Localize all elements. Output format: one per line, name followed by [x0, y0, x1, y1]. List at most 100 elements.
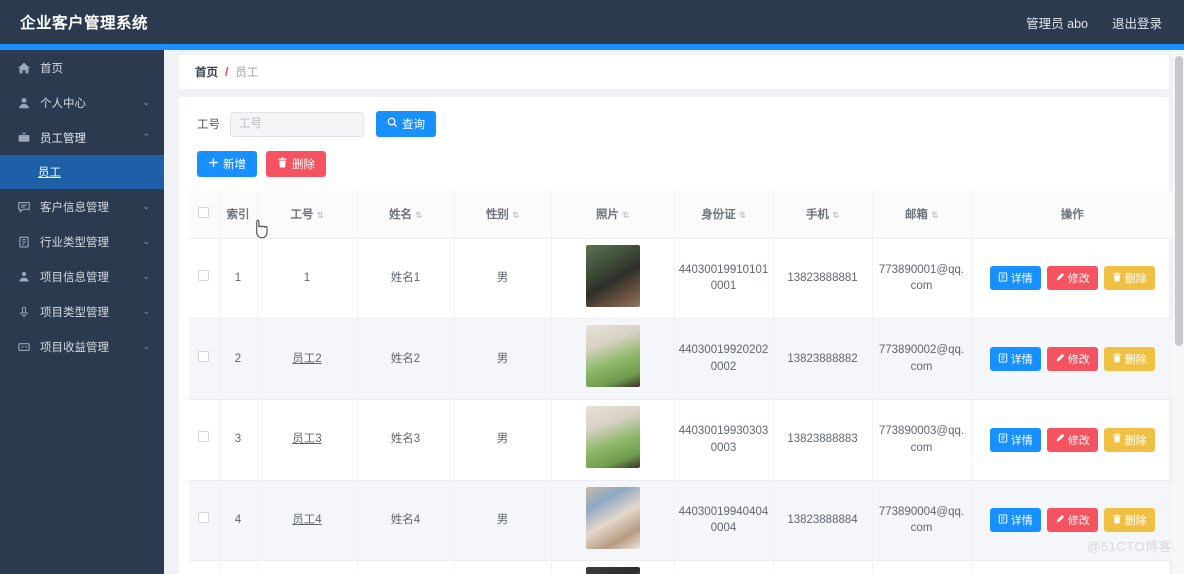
sort-icon[interactable]: ⇅	[931, 211, 938, 220]
sidebar-item-employee-management[interactable]: 员工管理 ⌃	[0, 120, 164, 155]
bulk-action-toolbar: 新增 删除	[189, 151, 1159, 177]
row-photo-cell[interactable]	[551, 480, 675, 562]
row-delete-button[interactable]: 删除	[1103, 266, 1155, 291]
table-row[interactable]: 2 员工2 姓名2 男 440300199202020002 13823888882 773…	[189, 318, 1173, 400]
header-id-card[interactable]: 身份证 ⇅	[674, 191, 774, 239]
header-id-card-label: 身份证	[701, 209, 736, 222]
header-select-all[interactable]	[189, 191, 220, 239]
avatar[interactable]	[585, 244, 640, 307]
employee-no-link[interactable]: 员工2	[292, 353, 321, 365]
employee-no-link[interactable]: 员工4	[292, 514, 321, 526]
row-operations-cell: 详情 修改 删除	[971, 480, 1173, 562]
row-index: 4	[219, 480, 258, 562]
sidebar-item-project-type-management[interactable]: 项目类型管理 ⌄	[0, 294, 164, 329]
header-email[interactable]: 邮箱 ⇅	[872, 191, 972, 239]
row-select-cell[interactable]	[189, 480, 220, 562]
sidebar-item-home[interactable]: 首页	[0, 50, 164, 85]
row-delete-button[interactable]: 删除	[1103, 427, 1155, 452]
row-delete-button[interactable]: 删除	[1103, 508, 1155, 533]
row-checkbox[interactable]	[198, 350, 210, 362]
query-button[interactable]: 查询	[376, 111, 436, 137]
row-employee-no[interactable]: 1	[257, 238, 358, 320]
row-detail-button[interactable]: 详情	[989, 266, 1041, 291]
sidebar-item-label: 首页	[40, 62, 63, 75]
row-gender: 男	[454, 399, 552, 481]
header-gender[interactable]: 性别 ⇅	[454, 191, 552, 239]
pencil-icon	[1055, 433, 1065, 446]
row-detail-label: 详情	[1010, 273, 1033, 286]
header-phone[interactable]: 手机 ⇅	[773, 191, 873, 239]
avatar[interactable]	[585, 325, 640, 388]
row-edit-button[interactable]: 修改	[1046, 347, 1098, 371]
row-detail-button[interactable]: 详情	[989, 508, 1041, 533]
sort-icon[interactable]: ⇅	[415, 211, 422, 220]
sidebar-item-customer-info-management[interactable]: 客户信息管理 ⌄	[0, 189, 164, 224]
header-name[interactable]: 姓名 ⇅	[357, 191, 455, 239]
breadcrumb-home-link[interactable]: 首页	[195, 64, 218, 80]
add-button[interactable]: 新增	[197, 151, 257, 177]
select-all-checkbox[interactable]	[198, 207, 210, 219]
row-select-cell[interactable]	[189, 238, 220, 320]
main-content-area: 首页 / 员工 工号 查询 新增	[164, 50, 1184, 574]
sort-icon[interactable]: ⇅	[512, 211, 519, 220]
page-scrollbar-thumb[interactable]	[1175, 56, 1183, 346]
row-checkbox[interactable]	[198, 270, 210, 281]
row-edit-button[interactable]: 修改	[1046, 266, 1098, 291]
row-detail-label: 详情	[1010, 515, 1033, 528]
row-employee-no[interactable]	[257, 560, 358, 574]
header-accent-strip	[0, 44, 1184, 50]
row-detail-button[interactable]: 详情	[989, 347, 1041, 371]
row-photo-cell[interactable]	[551, 560, 675, 574]
logout-link[interactable]: 退出登录	[1112, 13, 1162, 32]
row-delete-label: 删除	[1124, 273, 1147, 286]
avatar[interactable]	[585, 486, 640, 549]
sidebar-item-industry-type-management[interactable]: 行业类型管理 ⌄	[0, 224, 164, 259]
row-id-card: 440300199404040004	[674, 480, 774, 562]
search-field-label: 工号	[197, 119, 220, 131]
row-name	[357, 560, 455, 574]
sort-icon[interactable]: ⇅	[316, 211, 323, 220]
sidebar-item-project-revenue-management[interactable]: 项目收益管理 ⌄	[0, 329, 164, 364]
sort-icon[interactable]: ⇅	[739, 211, 746, 220]
row-edit-button[interactable]: 修改	[1046, 427, 1098, 452]
row-checkbox[interactable]	[198, 431, 210, 443]
breadcrumb-separator-icon: /	[225, 65, 229, 79]
sidebar-item-employee[interactable]: 员工	[0, 155, 164, 189]
table-row[interactable]: 5 440300199505050 773890005@qq.co详情修改删除	[189, 560, 1173, 574]
avatar[interactable]	[585, 405, 640, 468]
row-select-cell[interactable]	[189, 399, 220, 481]
row-photo-cell[interactable]	[551, 238, 675, 320]
row-photo-cell[interactable]	[551, 318, 675, 400]
row-select-cell[interactable]	[189, 318, 220, 400]
search-input[interactable]	[230, 111, 364, 137]
row-phone: 13823888883	[773, 399, 873, 481]
row-employee-no[interactable]: 员工2	[257, 318, 358, 400]
sort-icon[interactable]: ⇅	[622, 211, 629, 220]
sidebar-item-project-info-management[interactable]: 项目信息管理 ⌄	[0, 259, 164, 294]
row-edit-label: 修改	[1067, 515, 1090, 528]
header-employee-no[interactable]: 工号 ⇅	[257, 191, 358, 239]
delete-button[interactable]: 删除	[266, 151, 326, 177]
row-employee-no[interactable]: 员工4	[257, 480, 358, 562]
row-edit-button[interactable]: 修改	[1046, 508, 1098, 533]
employee-no-link[interactable]: 员工3	[292, 433, 321, 445]
row-detail-button[interactable]: 详情	[989, 427, 1041, 452]
header-photo[interactable]: 照片 ⇅	[551, 191, 675, 239]
row-delete-button[interactable]: 删除	[1103, 347, 1155, 371]
chevron-down-icon: ⌄	[142, 97, 150, 107]
row-employee-no[interactable]: 员工3	[257, 399, 358, 481]
row-gender: 男	[454, 480, 552, 562]
avatar[interactable]	[585, 567, 640, 574]
row-photo-cell[interactable]	[551, 399, 675, 481]
users-icon	[16, 269, 31, 284]
row-checkbox[interactable]	[198, 512, 210, 524]
user-icon	[16, 95, 31, 110]
table-row[interactable]: 1 1 姓名1 男 440300199101010001 13823888881 77389…	[189, 238, 1173, 320]
table-row[interactable]: 4 员工4 姓名4 男 440300199404040004 13823888884 773…	[189, 480, 1173, 562]
row-select-cell[interactable]	[189, 560, 220, 574]
sidebar-item-personal-center[interactable]: 个人中心 ⌄	[0, 85, 164, 120]
header-phone-label: 手机	[805, 209, 829, 222]
table-row[interactable]: 3 员工3 姓名3 男 440300199303030003 13823888883 773…	[189, 399, 1173, 481]
header-email-label: 邮箱	[904, 209, 928, 222]
sort-icon[interactable]: ⇅	[832, 211, 839, 220]
